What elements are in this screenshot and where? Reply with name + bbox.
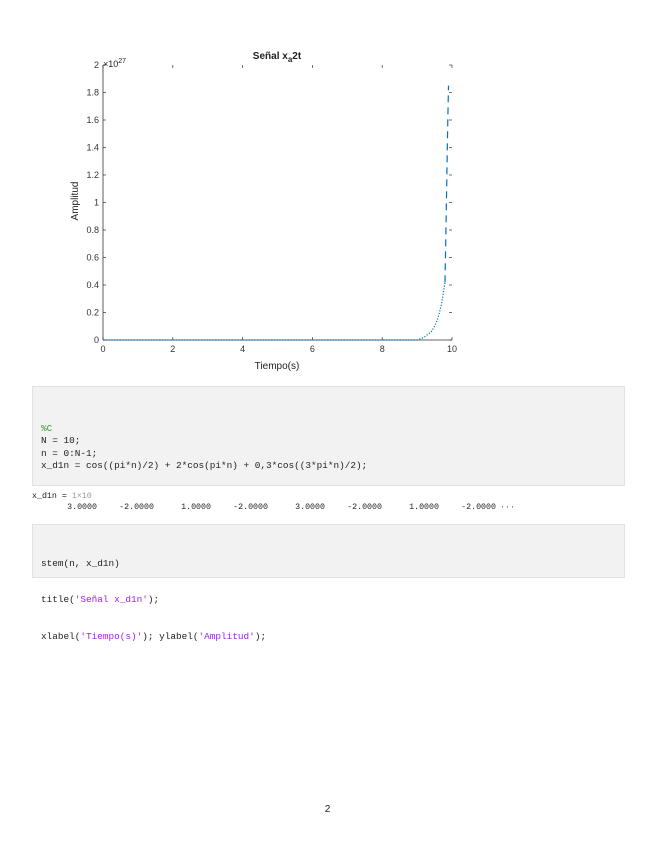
y-tick-label: 1.6: [86, 115, 99, 125]
y-tick-label: 1.4: [86, 143, 99, 153]
signal-plot: 0 2 4 6 8 10 0 0.2 0.4 0.6 0.8 1 1.2 1.4 1.6 1.8 2 Señal…: [70, 51, 457, 372]
y-tick-label: 2: [94, 60, 99, 70]
x-tick-label: 4: [240, 344, 245, 354]
output-value: -2.0000: [347, 503, 382, 512]
y-tick-label: 1: [94, 198, 99, 208]
y-tick-label: 1.2: [86, 170, 99, 180]
output-value: -2.0000: [461, 503, 496, 512]
y-tick-label: 1.8: [86, 88, 99, 98]
page-number: 2: [324, 804, 331, 815]
code-line: title('Señal x_d1n');: [41, 594, 160, 606]
x-tick-label: 2: [170, 344, 175, 354]
code-line: stem(n, x_d1n): [41, 557, 120, 569]
output-value: 1.0000: [181, 503, 211, 512]
output-ellipsis[interactable]: ···: [496, 502, 524, 514]
output-value: -2.0000: [119, 503, 154, 512]
code-line: n = 0:N-1;: [41, 447, 98, 459]
output-size: 1×10: [71, 492, 92, 501]
output-value: -2.0000: [233, 503, 268, 512]
code-line: N = 10;: [41, 435, 81, 447]
variable-output: x_d1n = 1×10 3.0000 -2.0000 1.0000 -2.0000 3…: [32, 492, 625, 514]
y-axis-label: Amplitud: [70, 182, 81, 221]
y-tick-label: 0.4: [86, 280, 99, 290]
signal-series-1: [103, 282, 446, 341]
y-tick-label: 0.2: [86, 308, 99, 318]
chart-title: Señal xa2t: [253, 51, 302, 64]
y-tick-label: 0.8: [86, 225, 99, 235]
y-tick-label: 0.6: [86, 253, 99, 263]
output-variable-name: x_d1n = 1×10: [32, 492, 92, 501]
code-cell-2[interactable]: stem(n, x_d1n) title('Señal x_d1n'); xla…: [32, 524, 625, 642]
code-cell-1[interactable]: %C N = 10; n = 0:N-1; x_d1n = cos((pi*n)/2)…: [32, 386, 625, 486]
output-value: 1.0000: [409, 503, 439, 512]
x-tick-label: 6: [310, 344, 315, 354]
x-tick-label: 0: [100, 344, 105, 354]
code-line: x_d1n = cos((pi*n)/2) + 2*cos(pi*n) + 0,…: [41, 459, 368, 471]
x-axis-label: Tiempo(s): [255, 361, 300, 372]
x-tick-label: 10: [447, 344, 457, 354]
output-value: 3.0000: [67, 503, 97, 512]
y-tick-label: 0: [94, 335, 99, 345]
code-comment: %C: [41, 423, 53, 434]
code-line: xlabel('Tiempo(s)'); ylabel('Amplitud');: [41, 631, 267, 643]
output-value: 3.0000: [295, 503, 325, 512]
y-exponent-label: ×1027: [103, 58, 126, 69]
signal-series-2: [444, 85, 450, 283]
x-tick-label: 8: [380, 344, 385, 354]
output-values-row: 3.0000 -2.0000 1.0000 -2.0000 3.0000 -2.0000 1…: [40, 502, 625, 514]
